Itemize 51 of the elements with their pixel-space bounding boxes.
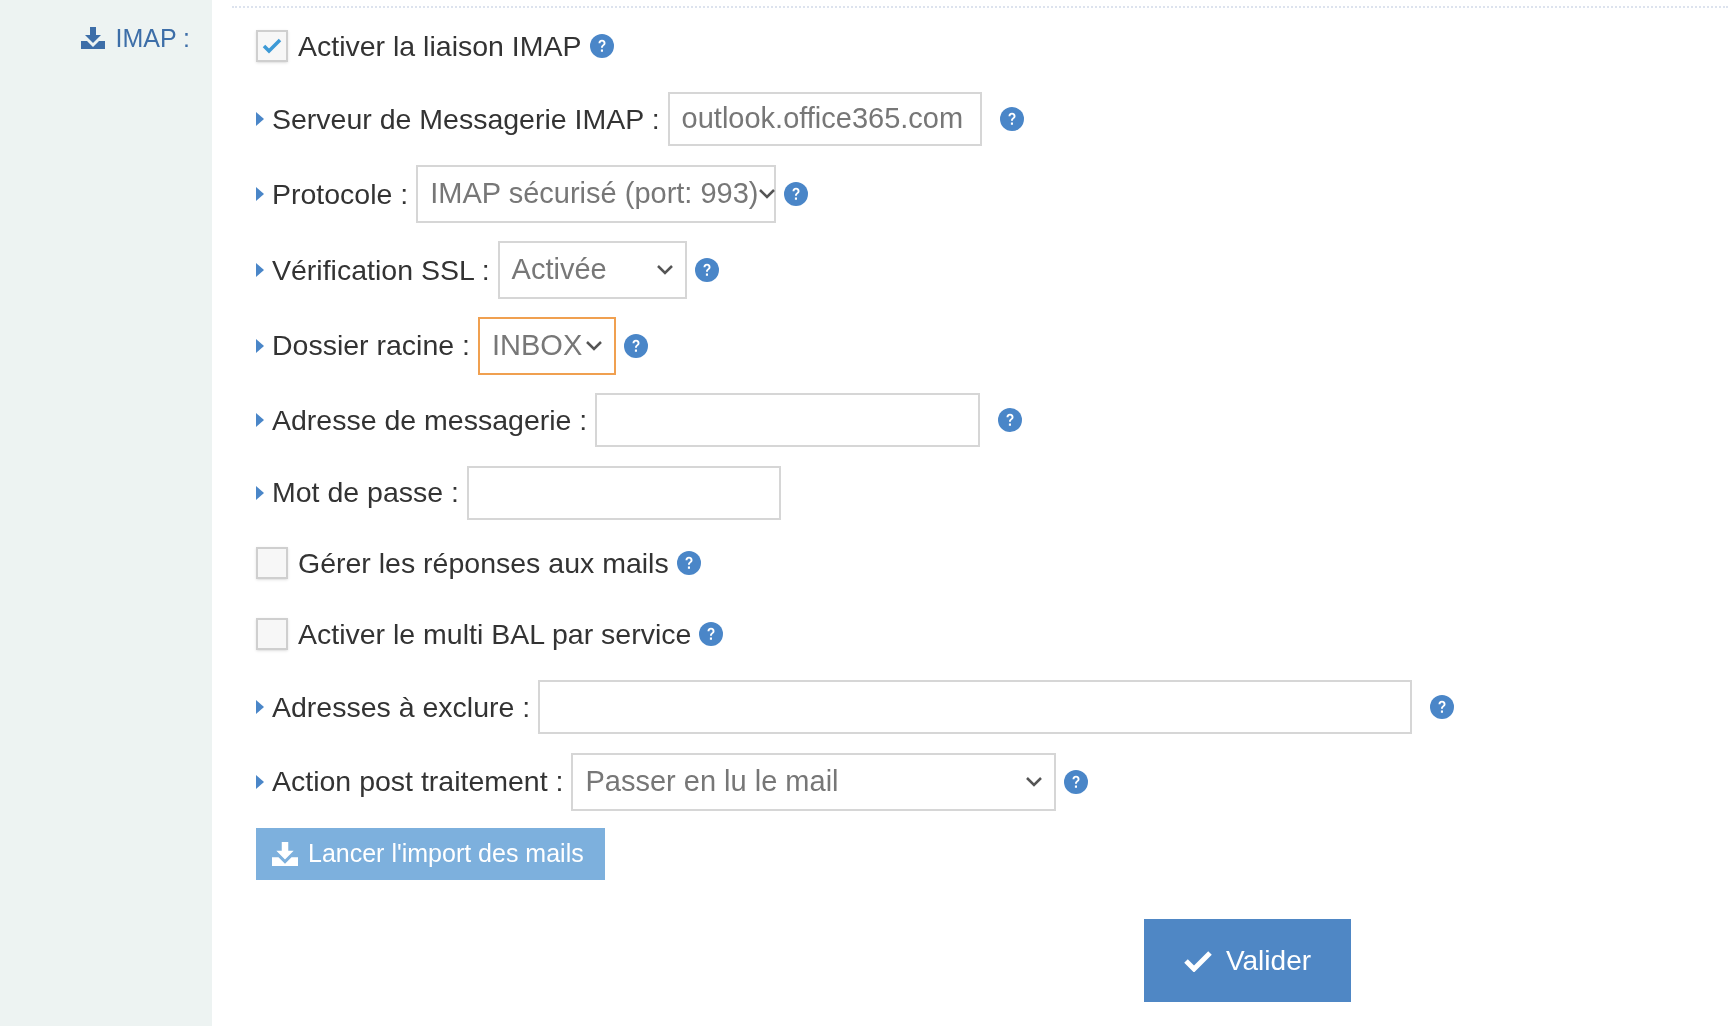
field-label: Protocole : — [272, 176, 409, 212]
checkbox[interactable] — [256, 30, 288, 62]
select-dropdown[interactable]: Passer en lu le mail — [571, 752, 1057, 811]
submit-button[interactable]: Valider — [1144, 919, 1351, 1002]
field-label: Vérification SSL : — [272, 252, 490, 288]
caret-icon — [256, 338, 264, 353]
caret-icon — [256, 774, 264, 789]
download-icon — [272, 842, 298, 866]
checkbox[interactable] — [256, 547, 288, 579]
caret-icon — [256, 700, 264, 714]
section-label: IMAP : — [115, 23, 190, 54]
checkbox-label: Activer la liaison IMAP — [298, 28, 582, 64]
checkmark-icon — [1183, 949, 1212, 972]
help-icon[interactable] — [676, 551, 701, 575]
select-dropdown[interactable]: INBOX — [478, 316, 616, 375]
caret-icon — [256, 187, 264, 201]
help-icon[interactable] — [999, 107, 1024, 131]
help-icon[interactable] — [624, 333, 648, 358]
import-mails-button[interactable]: Lancer l'import des mails — [256, 828, 605, 880]
chevron-down-icon — [1026, 776, 1043, 787]
checkbox-label: Gérer les réponses aux mails — [298, 545, 669, 581]
select-dropdown[interactable]: Activée — [497, 241, 687, 299]
field-label: Adresse de messagerie : — [272, 402, 588, 438]
download-icon — [81, 27, 106, 49]
help-icon[interactable] — [998, 408, 1023, 432]
field-label: Dossier racine : — [272, 328, 470, 364]
chevron-down-icon — [586, 340, 602, 351]
input-field[interactable] — [595, 393, 981, 447]
chevron-down-icon — [656, 265, 673, 275]
caret-icon — [256, 263, 264, 277]
caret-icon — [256, 485, 264, 500]
field-label: Serveur de Messagerie IMAP : — [272, 101, 660, 137]
help-icon[interactable] — [694, 258, 719, 282]
select-dropdown[interactable]: IMAP sécurisé (port: 993) — [416, 165, 777, 223]
caret-icon — [256, 112, 264, 126]
checkmark-icon — [262, 38, 282, 54]
help-icon[interactable] — [589, 34, 614, 58]
chevron-down-icon — [758, 189, 775, 199]
input-field[interactable] — [538, 680, 1413, 734]
help-icon[interactable] — [699, 622, 724, 646]
field-label: Adresses à exclure : — [272, 689, 531, 725]
caret-icon — [256, 413, 264, 427]
checkbox[interactable] — [256, 618, 288, 650]
checkbox-label: Activer le multi BAL par service — [298, 616, 692, 652]
field-label: Mot de passe : — [272, 475, 459, 511]
field-label: Action post traitement : — [272, 764, 564, 800]
help-icon[interactable] — [1430, 695, 1455, 719]
input-field[interactable] — [466, 465, 781, 520]
help-icon[interactable] — [784, 182, 809, 206]
help-icon[interactable] — [1064, 769, 1089, 794]
input-field[interactable]: outlook.office365.com — [667, 92, 982, 146]
